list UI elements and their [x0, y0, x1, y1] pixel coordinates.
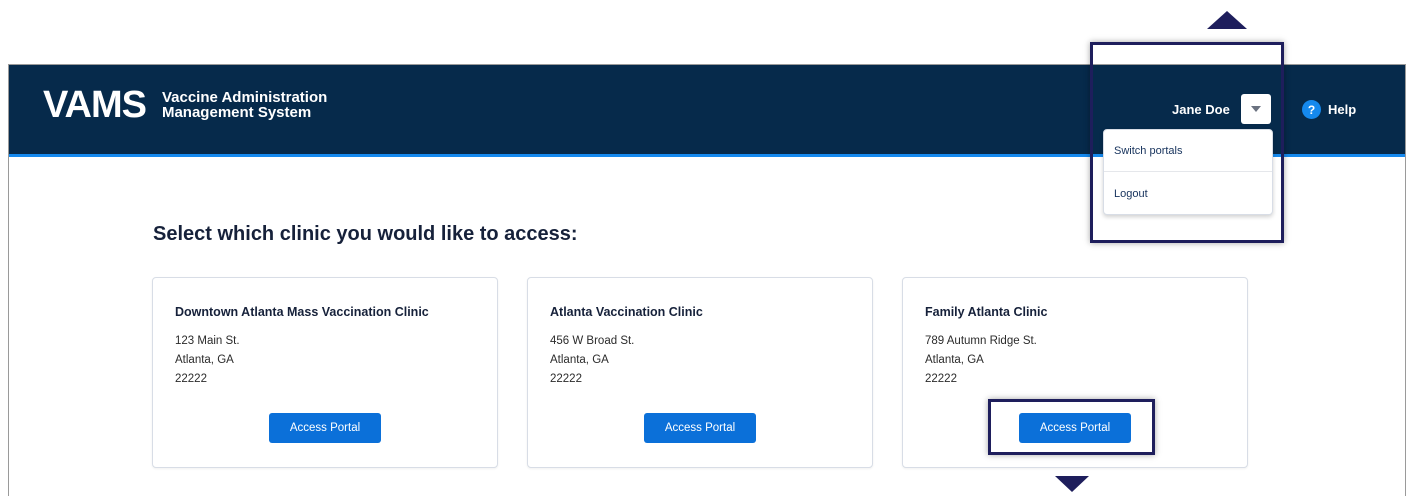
clinic-name: Downtown Atlanta Mass Vaccination Clinic — [175, 305, 429, 319]
access-portal-button[interactable]: Access Portal — [644, 413, 756, 443]
clinic-name: Family Atlanta Clinic — [925, 305, 1048, 319]
logo-mark: VAMS — [43, 84, 147, 126]
clinic-card: Atlanta Vaccination Clinic 456 W Broad S… — [527, 277, 873, 468]
clinic-street: 456 W Broad St. — [550, 335, 635, 347]
clinic-street: 789 Autumn Ridge St. — [925, 335, 1037, 347]
help-link[interactable]: Help — [1328, 102, 1356, 117]
page-title: Select which clinic you would like to ac… — [153, 223, 578, 245]
stage: VAMS Vaccine Administration Management S… — [0, 0, 1406, 496]
clinic-zip: 22222 — [550, 373, 582, 385]
clinic-zip: 22222 — [925, 373, 957, 385]
vams-logo: VAMS Vaccine Administration Management S… — [43, 85, 327, 125]
app-name: Vaccine Administration Management System — [162, 90, 327, 120]
annotation-highlight-access-portal — [988, 399, 1155, 455]
clinic-card: Downtown Atlanta Mass Vaccination Clinic… — [152, 277, 498, 468]
clinic-street: 123 Main St. — [175, 335, 240, 347]
clinic-city: Atlanta, GA — [175, 354, 234, 366]
annotation-down-arrow-icon — [1055, 476, 1089, 492]
clinic-city: Atlanta, GA — [925, 354, 984, 366]
question-circle-icon[interactable]: ? — [1302, 100, 1321, 119]
clinic-city: Atlanta, GA — [550, 354, 609, 366]
clinic-zip: 22222 — [175, 373, 207, 385]
access-portal-button[interactable]: Access Portal — [269, 413, 381, 443]
app-name-line1: Vaccine Administration — [161, 89, 328, 106]
app-name-line2: Management System — [161, 104, 312, 121]
annotation-up-arrow-icon — [1207, 11, 1247, 29]
annotation-highlight-user-menu — [1090, 42, 1284, 243]
clinic-name: Atlanta Vaccination Clinic — [550, 305, 703, 319]
